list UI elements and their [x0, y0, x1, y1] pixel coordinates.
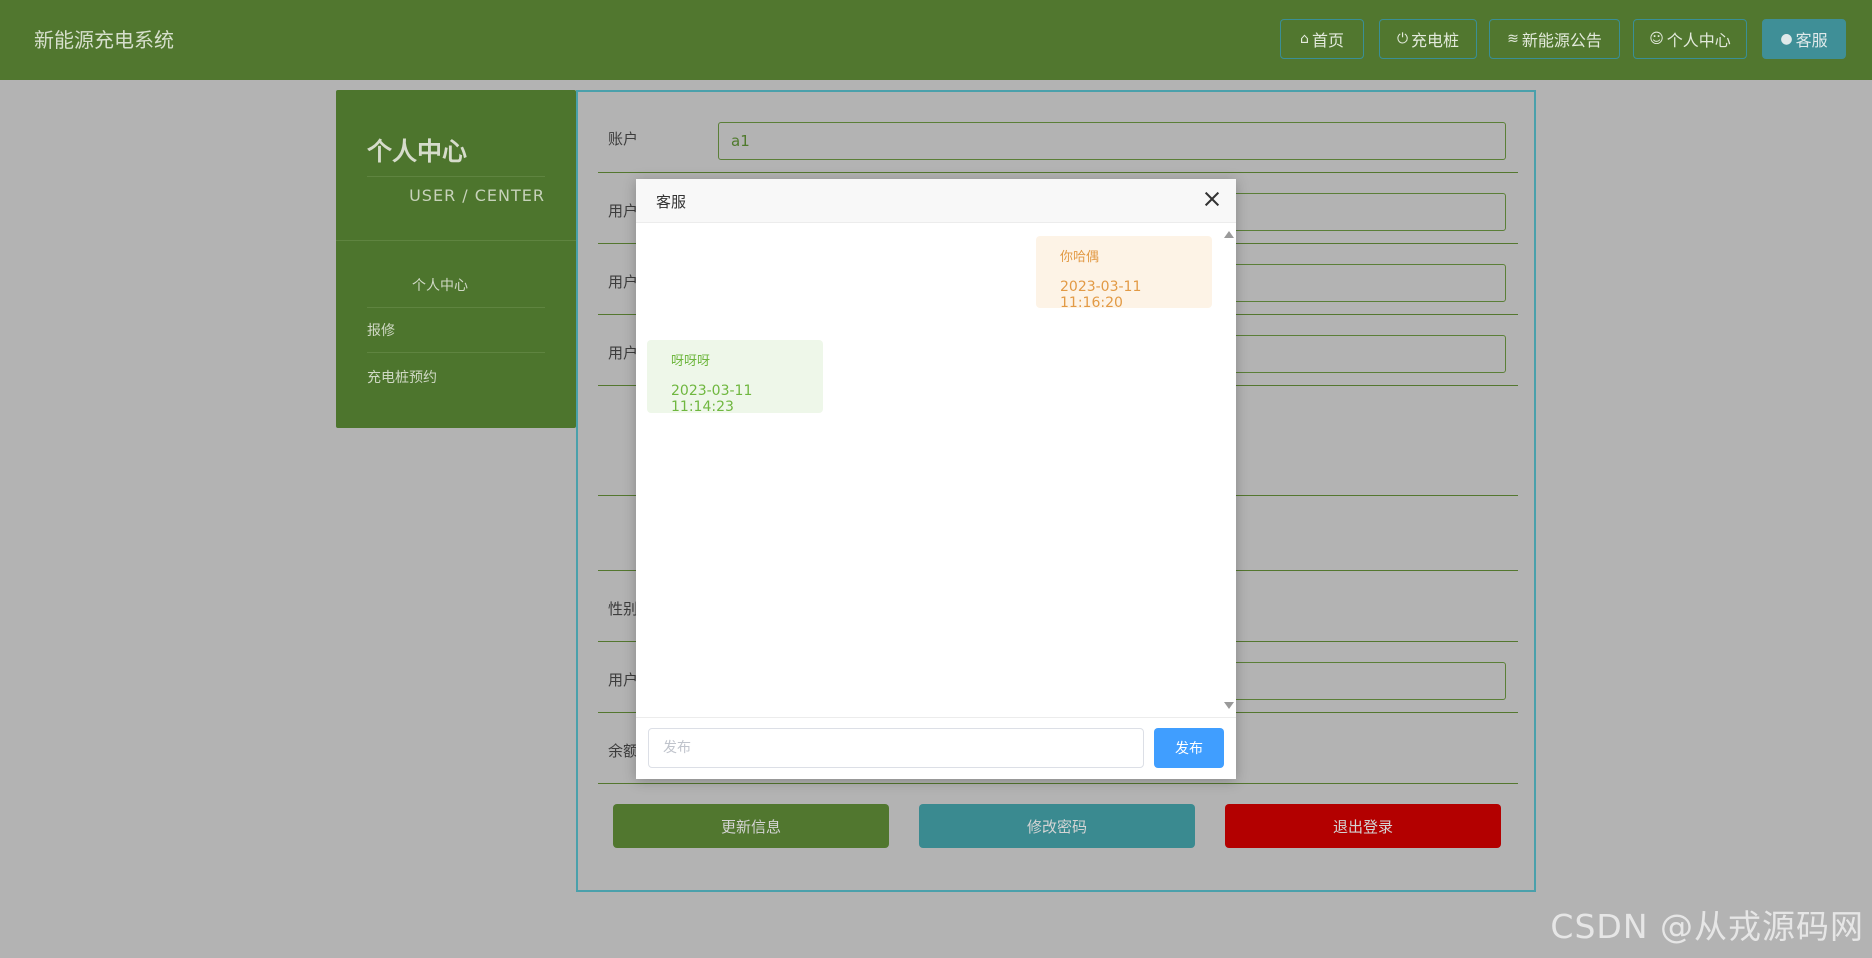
row-divider: [598, 172, 1518, 173]
message-input[interactable]: [648, 728, 1144, 768]
nav-customer-service-label: 客服: [1795, 31, 1828, 50]
message-text: 你哈偶: [1060, 250, 1100, 265]
nav-announcement-label: 新能源公告: [1521, 31, 1602, 50]
nav-charger-label: 充电桩: [1411, 31, 1460, 50]
sidebar-title-divider: [367, 176, 545, 177]
account-label: 账户: [608, 130, 639, 148]
change-password-button[interactable]: 修改密码: [919, 804, 1195, 848]
send-button[interactable]: 发布: [1154, 728, 1224, 768]
nav-customer-service-button[interactable]: ● 客服: [1762, 19, 1846, 59]
top-navbar: 新能源充电系统 ⌂ 首页 ⏻ 充电桩 ≋ 新能源公告 ☺ 个人中心 ● 客服: [0, 0, 1872, 80]
balance-label: 余额: [608, 742, 639, 760]
close-icon[interactable]: [1202, 189, 1222, 209]
user-icon: ☺: [1649, 31, 1664, 47]
chat-icon: ●: [1780, 31, 1793, 47]
message-bubble-sent: 你哈偶 2023-03-11 11:16:20: [1036, 236, 1212, 311]
scroll-down-arrow-icon[interactable]: [1224, 702, 1234, 709]
logout-button[interactable]: 退出登录: [1225, 804, 1501, 848]
sidebar-item-repair[interactable]: 报修: [367, 320, 395, 340]
nav-home-button[interactable]: ⌂ 首页: [1280, 19, 1364, 59]
message-bubble-received: 呀呀呀 2023-03-11 11:14:23: [647, 340, 823, 415]
watermark: CSDN @从戎源码网: [1550, 907, 1864, 946]
sidebar-subtitle: USER / CENTER: [409, 186, 545, 205]
layers-icon: ≋: [1507, 31, 1519, 47]
sidebar-item-divider: [367, 307, 545, 308]
nav-user-center-label: 个人中心: [1666, 31, 1731, 50]
nav-announcement-button[interactable]: ≋ 新能源公告: [1489, 19, 1620, 59]
plug-icon: ⏻: [1396, 31, 1409, 47]
dialog-title: 客服: [656, 193, 687, 211]
message-time: 2023-03-11 11:16:20: [1060, 279, 1142, 311]
brand-title: 新能源充电系统: [34, 28, 174, 52]
home-icon: ⌂: [1300, 31, 1309, 47]
sidebar-divider: [336, 240, 576, 241]
user-field-label-3: 用户: [608, 344, 639, 362]
sidebar-title: 个人中心: [367, 137, 468, 166]
sidebar-item-divider: [367, 352, 545, 353]
scroll-up-arrow-icon[interactable]: [1224, 231, 1234, 238]
sidebar: 个人中心 USER / CENTER 个人中心 报修 充电桩预约: [336, 90, 576, 428]
message-text: 呀呀呀: [671, 354, 711, 369]
sidebar-item-reservation[interactable]: 充电桩预约: [367, 367, 437, 387]
customer-service-dialog: 客服 你哈偶 2023-03-11 11:16:20 呀呀呀 2023-03-1…: [636, 179, 1236, 779]
nav-charger-button[interactable]: ⏻ 充电桩: [1379, 19, 1477, 59]
account-field[interactable]: a1: [718, 122, 1506, 160]
update-info-button[interactable]: 更新信息: [613, 804, 889, 848]
nav-user-center-button[interactable]: ☺ 个人中心: [1633, 19, 1747, 59]
message-time: 2023-03-11 11:14:23: [671, 383, 753, 415]
nav-home-label: 首页: [1311, 31, 1344, 50]
user-field-label-2: 用户: [608, 273, 639, 291]
user-field-label-4: 用户: [608, 671, 639, 689]
dialog-footer: 发布: [636, 717, 1236, 780]
user-field-label-1: 用户: [608, 202, 639, 220]
row-divider: [598, 783, 1518, 784]
chat-messages: 你哈偶 2023-03-11 11:16:20 呀呀呀 2023-03-11 1…: [636, 223, 1236, 717]
gender-label: 性别: [608, 600, 639, 618]
dialog-header: 客服: [636, 179, 1236, 223]
sidebar-item-user-center[interactable]: 个人中心: [412, 275, 468, 295]
